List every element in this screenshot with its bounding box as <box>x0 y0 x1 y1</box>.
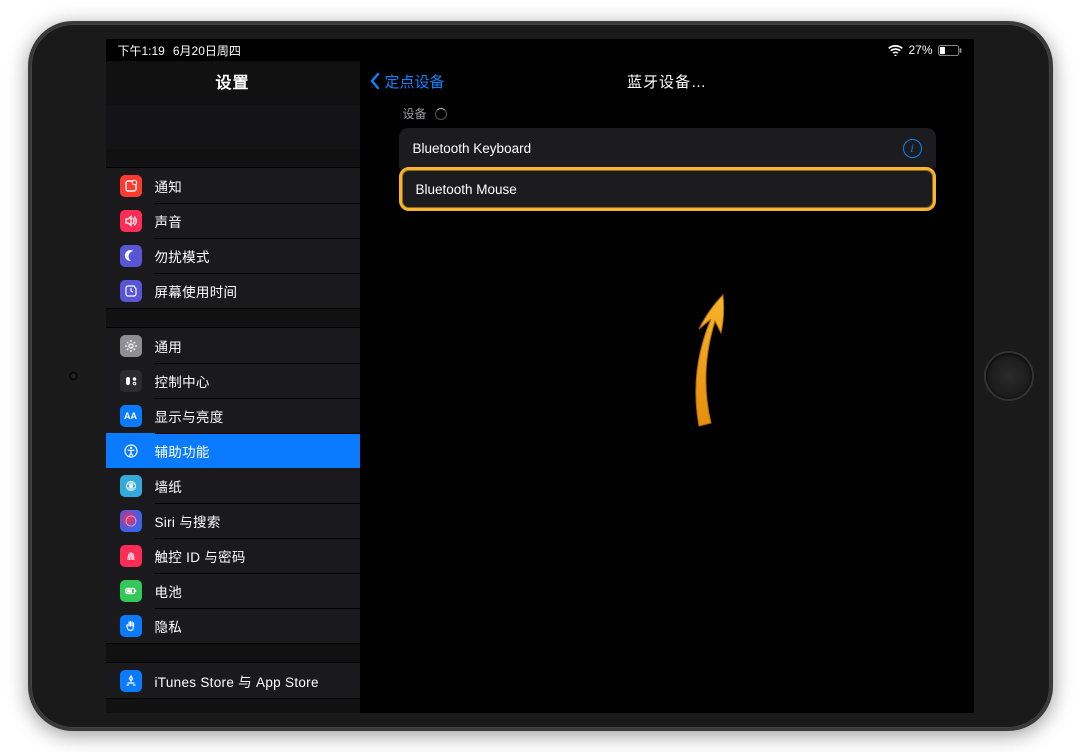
battery-percent: 27% <box>908 43 932 57</box>
wallpaper-icon <box>120 475 142 497</box>
sidebar-item-screentime[interactable]: 屏幕使用时间 <box>106 273 360 308</box>
sidebar-item-label: 勿扰模式 <box>155 246 210 266</box>
dnd-icon <box>120 245 142 267</box>
sidebar-item-display[interactable]: AA 显示与亮度 <box>106 398 360 433</box>
sidebar-item-label: 电池 <box>155 581 183 601</box>
sidebar-item-label: 触控 ID 与密码 <box>155 546 246 566</box>
touchid-icon <box>120 545 142 567</box>
sidebar-item-label: 通知 <box>155 176 183 196</box>
battery-settings-icon <box>120 580 142 602</box>
siri-icon <box>120 510 142 532</box>
device-label: Bluetooth Mouse <box>416 182 517 197</box>
sidebar-item-label: iTunes Store 与 App Store <box>155 671 319 691</box>
display-icon: AA <box>120 405 142 427</box>
detail-nav: 定点设备 蓝牙设备… <box>361 61 974 101</box>
sidebar-item-label: 隐私 <box>155 616 183 636</box>
sidebar-item-control-center[interactable]: 控制中心 <box>106 363 360 398</box>
sidebar-item-dnd[interactable]: 勿扰模式 <box>106 238 360 273</box>
wifi-icon <box>888 45 903 56</box>
back-label: 定点设备 <box>385 71 445 92</box>
ipad-frame: 下午1:19 6月20日周四 27% 设置 <box>28 21 1053 731</box>
device-label: Bluetooth Keyboard <box>413 141 532 156</box>
sidebar-item-label: 通用 <box>155 336 183 356</box>
battery-icon <box>938 45 962 56</box>
device-row-keyboard[interactable]: Bluetooth Keyboard i <box>399 128 936 168</box>
sidebar-item-touchid[interactable]: 触控 ID 与密码 <box>106 538 360 573</box>
account-row[interactable] <box>106 105 360 149</box>
sidebar-item-general[interactable]: 通用 <box>106 328 360 363</box>
devices-list: Bluetooth Keyboard i Bluetooth Mouse <box>361 128 974 211</box>
privacy-icon <box>120 615 142 637</box>
sidebar-item-siri[interactable]: Siri 与搜索 <box>106 503 360 538</box>
devices-header: 设备 <box>361 101 974 128</box>
sidebar-group-3: iTunes Store 与 App Store <box>106 662 360 699</box>
detail-title: 蓝牙设备… <box>627 71 707 92</box>
sidebar-item-notifications[interactable]: 通知 <box>106 168 360 203</box>
status-bar: 下午1:19 6月20日周四 27% <box>106 39 974 61</box>
spinner-icon <box>435 108 447 120</box>
sidebar-item-battery[interactable]: 电池 <box>106 573 360 608</box>
control-center-icon <box>120 370 142 392</box>
sidebar-item-label: 辅助功能 <box>155 441 210 461</box>
status-time: 下午1:19 <box>118 42 165 59</box>
sidebar-item-sounds[interactable]: 声音 <box>106 203 360 238</box>
sidebar-item-wallpaper[interactable]: 墙纸 <box>106 468 360 503</box>
device-row-mouse[interactable]: Bluetooth Mouse <box>399 167 936 211</box>
sidebar-group-1: 通知 声音 勿扰模式 <box>106 167 360 309</box>
detail-panel: 定点设备 蓝牙设备… 设备 Bluetooth Keyboard i <box>361 61 974 713</box>
settings-sidebar[interactable]: 设置 通知 声音 <box>106 61 361 713</box>
screentime-icon <box>120 280 142 302</box>
accessibility-icon <box>120 440 142 462</box>
devices-header-label: 设备 <box>403 105 427 122</box>
sidebar-title: 设置 <box>106 61 360 105</box>
sidebar-group-2: 通用 控制中心 AA 显示与亮度 <box>106 327 360 644</box>
status-date: 6月20日周四 <box>173 42 241 59</box>
home-button[interactable] <box>986 353 1032 399</box>
sounds-icon <box>120 210 142 232</box>
sidebar-item-label: 显示与亮度 <box>155 406 224 426</box>
annotation-arrow <box>681 291 751 446</box>
sidebar-item-label: Siri 与搜索 <box>155 511 221 531</box>
general-icon <box>120 335 142 357</box>
front-camera <box>69 372 78 381</box>
sidebar-item-label: 声音 <box>155 211 183 231</box>
sidebar-item-privacy[interactable]: 隐私 <box>106 608 360 643</box>
sidebar-item-itunes[interactable]: iTunes Store 与 App Store <box>106 663 360 698</box>
sidebar-item-label: 墙纸 <box>155 476 183 496</box>
sidebar-item-accessibility[interactable]: 辅助功能 <box>106 433 360 468</box>
notifications-icon <box>120 175 142 197</box>
sidebar-item-label: 屏幕使用时间 <box>155 281 238 301</box>
appstore-icon <box>120 670 142 692</box>
info-icon[interactable]: i <box>903 139 922 158</box>
back-button[interactable]: 定点设备 <box>361 71 445 92</box>
sidebar-item-label: 控制中心 <box>155 371 210 391</box>
